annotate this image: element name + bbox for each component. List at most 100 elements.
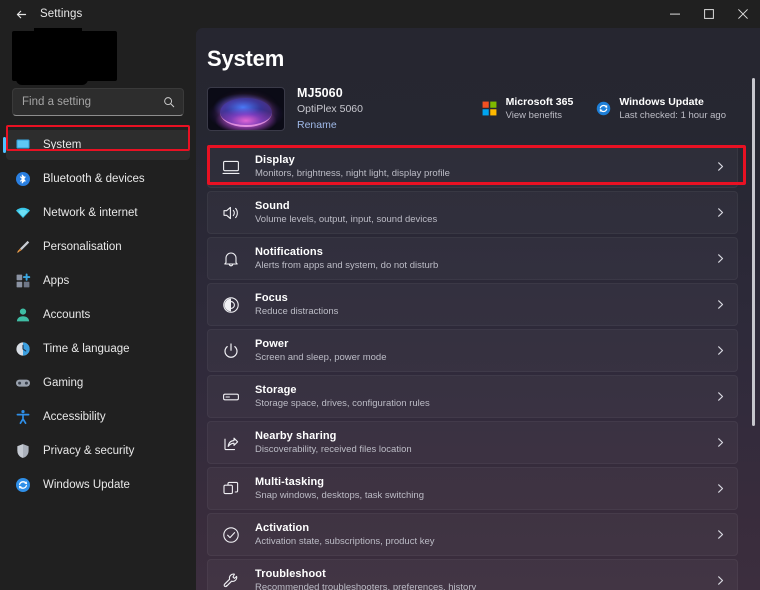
card-subtitle: Activation state, subscriptions, product… — [255, 536, 435, 547]
title-bar: Settings — [0, 0, 760, 28]
settings-card-troubleshoot[interactable]: Troubleshoot Recommended troubleshooters… — [207, 559, 738, 590]
chevron-right-icon — [715, 391, 726, 402]
sidebar-item-apps[interactable]: Apps — [6, 266, 190, 296]
card-text: Nearby sharing Discoverability, received… — [255, 430, 412, 455]
maximize-icon — [704, 9, 714, 19]
main-scrollbar[interactable] — [752, 78, 755, 548]
card-title: Nearby sharing — [255, 430, 412, 442]
sync-icon — [595, 101, 611, 117]
speaker-icon — [221, 203, 241, 223]
chevron-right-icon — [715, 483, 726, 494]
sidebar-item-bluetooth-devices[interactable]: Bluetooth & devices — [6, 164, 190, 194]
sidebar-nav: System Bluetooth & devices Network & int… — [0, 130, 196, 590]
close-button[interactable] — [726, 0, 760, 28]
settings-window: Settings — [0, 0, 760, 590]
window-controls — [658, 0, 760, 28]
chevron-right-icon — [715, 345, 726, 356]
card-subtitle: Volume levels, output, input, sound devi… — [255, 214, 437, 225]
search-icon — [163, 96, 175, 108]
settings-card-list: Display Monitors, brightness, night ligh… — [196, 145, 760, 590]
settings-card-power[interactable]: Power Screen and sleep, power mode — [207, 329, 738, 372]
card-title: Multi-tasking — [255, 476, 424, 488]
windows-stack-icon — [221, 479, 241, 499]
rename-link[interactable]: Rename — [297, 119, 363, 131]
settings-card-sound[interactable]: Sound Volume levels, output, input, soun… — [207, 191, 738, 234]
window-title: Settings — [40, 8, 82, 20]
card-text: Activation Activation state, subscriptio… — [255, 522, 435, 547]
sidebar-item-accounts[interactable]: Accounts — [6, 300, 190, 330]
settings-card-storage[interactable]: Storage Storage space, drives, configura… — [207, 375, 738, 418]
card-text: Troubleshoot Recommended troubleshooters… — [255, 568, 476, 590]
hero-link-text: Microsoft 365 View benefits — [506, 96, 574, 121]
drive-icon — [221, 387, 241, 407]
windows-update-link[interactable]: Windows Update Last checked: 1 hour ago — [595, 96, 726, 121]
device-summary: MJ5060 OptiPlex 5060 Rename Microsoft 36… — [196, 72, 760, 131]
settings-card-focus[interactable]: Focus Reduce distractions — [207, 283, 738, 326]
settings-card-activation[interactable]: Activation Activation state, subscriptio… — [207, 513, 738, 556]
settings-card-multi-tasking[interactable]: Multi-tasking Snap windows, desktops, ta… — [207, 467, 738, 510]
share-icon — [221, 433, 241, 453]
card-title: Notifications — [255, 246, 438, 258]
back-button[interactable] — [6, 0, 36, 28]
clock-icon — [14, 341, 31, 358]
card-title: Focus — [255, 292, 338, 304]
search-box[interactable] — [12, 88, 184, 116]
chevron-right-icon — [715, 161, 726, 172]
window-body: System Bluetooth & devices Network & int… — [0, 28, 760, 590]
sidebar-item-label: Windows Update — [43, 479, 130, 491]
hero-links: Microsoft 365 View benefits Windows Upda… — [482, 96, 746, 121]
hero-link-subtitle: View benefits — [506, 110, 574, 121]
card-title: Sound — [255, 200, 437, 212]
settings-card-nearby-sharing[interactable]: Nearby sharing Discoverability, received… — [207, 421, 738, 464]
microsoft-365-link[interactable]: Microsoft 365 View benefits — [482, 96, 574, 121]
shield-icon — [14, 443, 31, 460]
hero-link-text: Windows Update Last checked: 1 hour ago — [619, 96, 726, 121]
bell-icon — [221, 249, 241, 269]
search-container — [0, 88, 196, 116]
chevron-right-icon — [715, 529, 726, 540]
card-title: Activation — [255, 522, 435, 534]
sidebar-item-label: Gaming — [43, 377, 83, 389]
main-content: System MJ5060 OptiPlex 5060 Rename — [196, 28, 760, 590]
card-text: Notifications Alerts from apps and syste… — [255, 246, 438, 271]
sidebar-item-accessibility[interactable]: Accessibility — [6, 402, 190, 432]
sidebar-item-personalisation[interactable]: Personalisation — [6, 232, 190, 262]
monitor-icon — [221, 157, 241, 177]
sidebar-item-gaming[interactable]: Gaming — [6, 368, 190, 398]
device-info: MJ5060 OptiPlex 5060 Rename — [297, 86, 363, 131]
user-profile[interactable] — [0, 28, 196, 86]
maximize-button[interactable] — [692, 0, 726, 28]
sidebar-item-windows-update[interactable]: Windows Update — [6, 470, 190, 500]
card-subtitle: Reduce distractions — [255, 306, 338, 317]
settings-card-display[interactable]: Display Monitors, brightness, night ligh… — [207, 145, 738, 188]
person-icon — [14, 307, 31, 324]
sidebar-item-system[interactable]: System — [6, 130, 190, 160]
minimize-button[interactable] — [658, 0, 692, 28]
chevron-right-icon — [715, 253, 726, 264]
redacted-profile-overlay — [12, 31, 117, 81]
sidebar-item-privacy-security[interactable]: Privacy & security — [6, 436, 190, 466]
check-circle-icon — [221, 525, 241, 545]
sidebar-item-label: Privacy & security — [43, 445, 134, 457]
close-icon — [738, 9, 748, 19]
hero-link-title: Windows Update — [619, 96, 726, 108]
scrollbar-thumb[interactable] — [752, 78, 755, 426]
settings-card-notifications[interactable]: Notifications Alerts from apps and syste… — [207, 237, 738, 280]
sidebar-item-label: Network & internet — [43, 207, 138, 219]
sidebar-item-label: Time & language — [43, 343, 130, 355]
gamepad-icon — [14, 375, 31, 392]
device-wallpaper-thumbnail — [207, 87, 285, 131]
focus-icon — [221, 295, 241, 315]
accessibility-icon — [14, 409, 31, 426]
card-subtitle: Alerts from apps and system, do not dist… — [255, 260, 438, 271]
apps-grid-icon — [14, 273, 31, 290]
sidebar-item-time-language[interactable]: Time & language — [6, 334, 190, 364]
card-subtitle: Recommended troubleshooters, preferences… — [255, 582, 476, 590]
sidebar-item-network-internet[interactable]: Network & internet — [6, 198, 190, 228]
page-title: System — [196, 28, 760, 72]
card-subtitle: Discoverability, received files location — [255, 444, 412, 455]
hero-link-title: Microsoft 365 — [506, 96, 574, 108]
card-title: Storage — [255, 384, 430, 396]
card-title: Power — [255, 338, 387, 350]
chevron-right-icon — [715, 575, 726, 586]
